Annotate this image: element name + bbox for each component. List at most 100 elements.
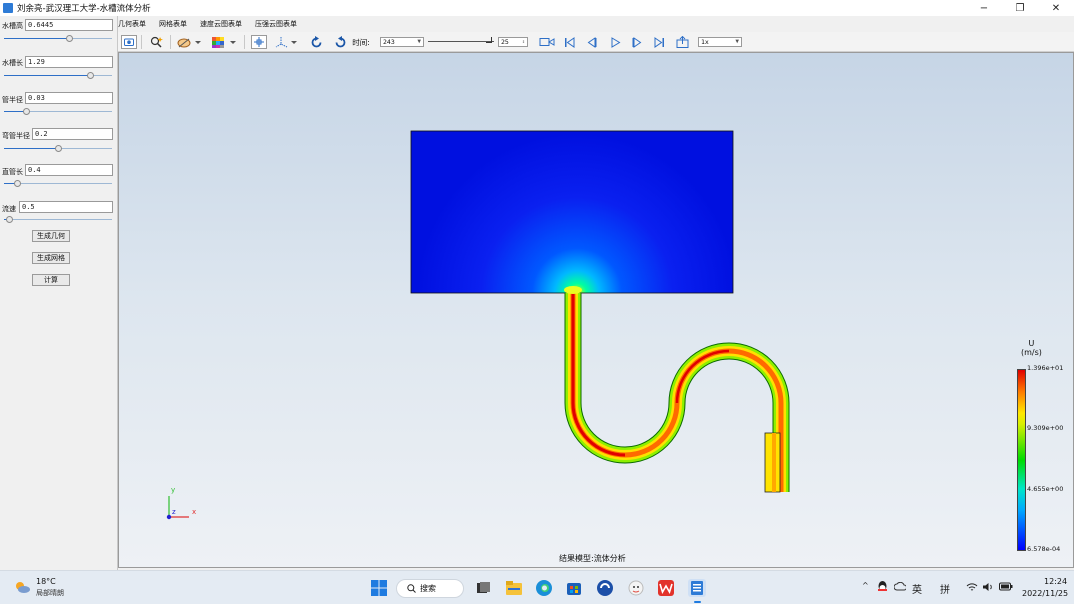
active-app-indicator bbox=[694, 601, 701, 603]
play-icon[interactable] bbox=[608, 35, 622, 49]
straight-length-input[interactable]: 0.4 bbox=[25, 164, 113, 176]
step-spinbox-value: 25 bbox=[501, 38, 509, 46]
close-button[interactable]: ✕ bbox=[1038, 0, 1074, 16]
menu-mesh[interactable]: 网格表单 bbox=[159, 19, 187, 29]
first-frame-icon[interactable] bbox=[562, 35, 576, 49]
next-frame-icon[interactable] bbox=[630, 35, 644, 49]
tank-length-slider[interactable] bbox=[4, 72, 112, 79]
clip-plane-icon[interactable] bbox=[176, 35, 202, 49]
search-icon bbox=[407, 584, 416, 593]
menu-bar: 几何表单 网格表单 速度云图表单 压强云图表单 bbox=[118, 17, 310, 31]
inlet-jet bbox=[564, 286, 582, 294]
color-map-icon[interactable] bbox=[210, 35, 238, 49]
cloud-sync-icon[interactable] bbox=[894, 582, 906, 591]
time-slider-handle[interactable] bbox=[486, 37, 492, 43]
ime-language-indicator[interactable]: 英 bbox=[912, 581, 922, 596]
tank-length-input[interactable]: 1.29 bbox=[25, 56, 113, 68]
tank-height-input[interactable]: 0.6445 bbox=[25, 19, 113, 31]
legend-tick-3: 4.655e+00 bbox=[1027, 485, 1064, 493]
qq-tray-icon[interactable] bbox=[877, 580, 888, 593]
store-icon[interactable] bbox=[565, 579, 583, 597]
restore-button[interactable]: ❐ bbox=[1002, 0, 1038, 16]
spin-arrows-icon: ⇕ bbox=[521, 39, 525, 45]
battery-icon[interactable] bbox=[999, 582, 1013, 591]
start-icon[interactable] bbox=[370, 579, 388, 597]
window-title: 刘余亮-武汉理工大学-水槽流体分析 bbox=[17, 4, 151, 14]
title-bar: 刘余亮-武汉理工大学-水槽流体分析 − ❐ ✕ bbox=[0, 0, 1074, 16]
result-model-label: 结果模型:流体分析 bbox=[559, 554, 626, 563]
bend-radius-input[interactable]: 0.2 bbox=[32, 128, 113, 140]
wps-office-icon[interactable] bbox=[657, 579, 675, 597]
param-label-bend-radius: 弯管半径 bbox=[2, 132, 30, 140]
speed-select-value: 1x bbox=[701, 38, 709, 46]
chevron-up-icon[interactable]: ^ bbox=[862, 581, 869, 590]
axes-orientation-icon[interactable] bbox=[274, 35, 298, 49]
time-slider-track[interactable] bbox=[428, 41, 494, 42]
param-label-tank-height: 水槽高 bbox=[2, 22, 23, 30]
tank-height-slider[interactable] bbox=[4, 35, 112, 42]
rotate-right-icon[interactable] bbox=[332, 35, 348, 49]
velocity-slider[interactable] bbox=[4, 216, 112, 223]
legend-tick-min: 6.578e-04 bbox=[1027, 545, 1061, 553]
time-label: 时间: bbox=[352, 37, 370, 47]
x-axis-label: x bbox=[192, 508, 197, 516]
ime-mode-indicator[interactable]: 拼 bbox=[940, 581, 950, 596]
menu-geometry[interactable]: 几何表单 bbox=[118, 19, 146, 29]
straight-length-slider[interactable] bbox=[4, 180, 112, 187]
velocity-input[interactable]: 0.5 bbox=[19, 201, 113, 213]
bend-radius-slider[interactable] bbox=[4, 145, 112, 152]
assistant-app-icon[interactable] bbox=[627, 579, 645, 597]
time-select-value: 243 bbox=[383, 38, 395, 46]
window-controls: − ❐ ✕ bbox=[966, 0, 1074, 16]
generate-mesh-button[interactable]: 生成网格 bbox=[32, 252, 70, 264]
speed-select[interactable]: 1x ▼ bbox=[698, 37, 742, 47]
clock-time[interactable]: 12:24 bbox=[1044, 577, 1067, 586]
search-label: 搜索 bbox=[420, 584, 436, 593]
tank-region bbox=[410, 130, 734, 294]
compute-button[interactable]: 计算 bbox=[32, 274, 70, 286]
last-frame-icon[interactable] bbox=[652, 35, 666, 49]
chevron-down-icon: ▼ bbox=[735, 38, 739, 45]
volume-icon[interactable] bbox=[982, 582, 994, 592]
wifi-icon[interactable] bbox=[966, 582, 978, 592]
camera-icon[interactable] bbox=[121, 35, 137, 49]
file-explorer-icon[interactable] bbox=[505, 579, 523, 597]
weather-description[interactable]: 局部晴朗 bbox=[36, 588, 64, 598]
security-app-icon[interactable] bbox=[596, 579, 614, 597]
legend-unit: (m/s) bbox=[1021, 348, 1042, 357]
pipe-radius-slider[interactable] bbox=[4, 108, 112, 115]
export-icon[interactable] bbox=[674, 35, 690, 49]
weather-temperature[interactable]: 18°C bbox=[36, 577, 56, 586]
taskbar-search[interactable]: 搜索 bbox=[396, 579, 464, 598]
taskbar: 18°C 局部晴朗 搜索 ^ 英 拼 12:24 2022/11/25 bbox=[0, 570, 1074, 604]
legend-color-bar bbox=[1017, 369, 1026, 551]
prev-frame-icon[interactable] bbox=[584, 35, 598, 49]
y-axis-label: y bbox=[171, 486, 176, 494]
edge-browser-icon[interactable] bbox=[535, 579, 553, 597]
time-select[interactable]: 243 ▼ bbox=[380, 37, 424, 47]
pipe-radius-input[interactable]: 0.03 bbox=[25, 92, 113, 104]
zoom-magic-icon[interactable] bbox=[148, 35, 164, 49]
generate-geometry-button[interactable]: 生成几何 bbox=[32, 230, 70, 242]
fluid-analysis-app-icon[interactable] bbox=[688, 579, 706, 597]
task-view-icon[interactable] bbox=[474, 579, 492, 597]
step-spinbox[interactable]: 25 ⇕ bbox=[498, 37, 528, 47]
rotate-left-icon[interactable] bbox=[308, 35, 324, 49]
weather-icon[interactable] bbox=[14, 581, 30, 593]
minimize-button[interactable]: − bbox=[966, 0, 1002, 16]
z-axis-label: z bbox=[172, 508, 176, 516]
menu-pressure[interactable]: 压强云图表单 bbox=[255, 19, 297, 29]
render-viewport[interactable]: y x z U (m/s) 1.396e+01 9.309e+00 4.655e… bbox=[118, 52, 1074, 568]
param-label-tank-length: 水槽长 bbox=[2, 59, 23, 67]
clock-date[interactable]: 2022/11/25 bbox=[1022, 589, 1068, 598]
param-label-velocity: 流速 bbox=[2, 205, 16, 213]
fit-view-icon[interactable] bbox=[251, 35, 267, 49]
legend-tick-max: 1.396e+01 bbox=[1027, 364, 1064, 372]
axis-triad bbox=[166, 496, 189, 520]
param-label-pipe-radius: 管半径 bbox=[2, 96, 23, 104]
chevron-down-icon: ▼ bbox=[417, 38, 421, 45]
record-video-icon[interactable] bbox=[538, 35, 556, 49]
flow-field-render bbox=[166, 130, 790, 520]
parameter-panel: 水槽高 0.6445 水槽长 1.29 管半径 0.03 弯管半径 0.2 直管… bbox=[0, 16, 118, 570]
menu-velocity[interactable]: 速度云图表单 bbox=[200, 19, 242, 29]
